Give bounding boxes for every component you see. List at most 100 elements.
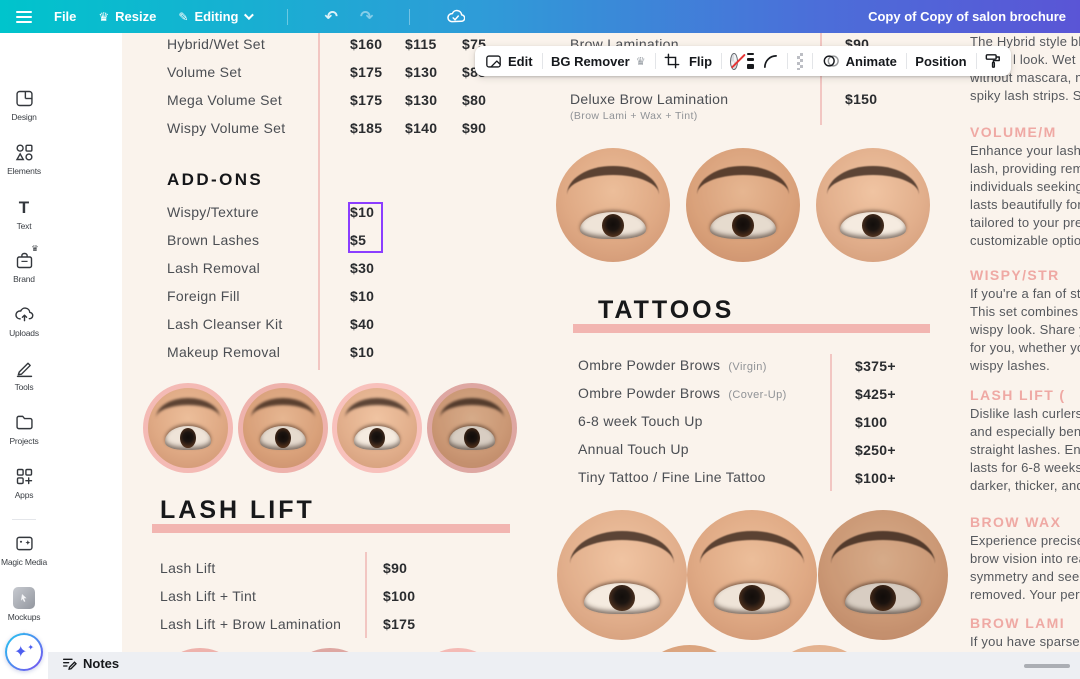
sidebar-label-apps: Apps <box>15 490 34 500</box>
lash-lift-heading[interactable]: LASH LIFT <box>160 495 315 525</box>
list-item: Lash Cleanser Kit $40 <box>167 310 410 338</box>
list-item: 6-8 week Touch Up $100 <box>578 408 935 436</box>
sidebar-item-design[interactable]: Design <box>0 88 48 122</box>
price-value: $425+ <box>855 386 935 402</box>
edit-image-icon <box>485 54 502 69</box>
border-color-icon[interactable] <box>730 53 738 70</box>
resize-menu[interactable]: ♛ Resize <box>98 9 156 24</box>
service-label: Brown Lashes <box>167 232 350 248</box>
price-value: $40 <box>350 316 410 332</box>
sidebar-label-text: Text <box>17 221 32 231</box>
transparency-icon[interactable] <box>797 53 804 70</box>
service-label: Lash Cleanser Kit <box>167 316 350 332</box>
price-value: $80 <box>462 92 512 108</box>
tattoos-price-list[interactable]: Ombre Powder Brows(Virgin) $375+ Ombre P… <box>578 352 935 492</box>
service-label: Deluxe Brow Lamination <box>570 91 728 107</box>
tattoo-brow-photo[interactable] <box>762 645 877 652</box>
price-value: $175 <box>350 64 405 80</box>
magic-media-icon <box>14 533 35 554</box>
editing-mode-menu[interactable]: ✎ Editing <box>178 9 251 24</box>
bg-remover-button[interactable]: BG Remover ♛ <box>551 54 646 69</box>
table-row: Hybrid/Wet Set $160 $115 $75 <box>167 33 512 58</box>
sidebar-item-projects[interactable]: Projects <box>0 412 48 446</box>
corner-radius-icon[interactable] <box>763 54 778 69</box>
sidebar-item-tools[interactable]: Tools <box>0 358 48 392</box>
text-line: lash, providing rema <box>970 160 1080 178</box>
left-sidebar: Design Elements T Text ♛ Brand Uploads T… <box>0 33 48 679</box>
sidebar-item-apps[interactable]: Apps <box>0 466 48 500</box>
tattoo-brow-photo[interactable] <box>687 510 817 640</box>
price-value: $375+ <box>855 358 935 374</box>
text-line: Experience precise <box>970 532 1080 550</box>
apps-grid-icon <box>14 466 35 487</box>
price-value: $185 <box>350 120 405 136</box>
uploads-cloud-icon <box>14 304 35 325</box>
redo-button[interactable]: ↷ <box>360 7 373 26</box>
service-label: Lash Lift <box>160 560 383 576</box>
service-label: Ombre Powder Brows <box>578 385 720 401</box>
lash-lift-price-list[interactable]: Lash Lift $90 Lash Lift + Tint $100 Lash… <box>160 554 453 638</box>
crop-button[interactable] <box>664 53 680 69</box>
horizontal-scrollbar-thumb[interactable] <box>1024 664 1070 668</box>
sidebar-item-brand[interactable]: ♛ Brand <box>0 250 48 284</box>
pencil-icon: ✎ <box>178 11 188 23</box>
price-value: $115 <box>405 36 462 52</box>
sidebar-item-mockups[interactable]: Mockups <box>0 587 48 622</box>
section-heading: LASH LIFT ( <box>970 385 1080 405</box>
sidebar-item-uploads[interactable]: Uploads <box>0 304 48 338</box>
edit-image-button[interactable]: Edit <box>485 54 533 69</box>
document-title[interactable]: Copy of Copy of salon brochure <box>868 9 1080 24</box>
section-heading: BROW WAX <box>970 512 1080 532</box>
lash-photo[interactable] <box>238 383 328 473</box>
price-value: $160 <box>350 36 405 52</box>
position-label: Position <box>915 54 966 69</box>
tattoos-heading[interactable]: TATTOOS <box>598 295 734 325</box>
brow-photo[interactable] <box>816 148 930 262</box>
border-weight-icon[interactable] <box>747 53 754 69</box>
addons-block[interactable]: ADD-ONS Wispy/Texture $10 Brown Lashes $… <box>167 170 410 366</box>
text-line: lasts for 6-8 weeks <box>970 459 1080 477</box>
lash-photo[interactable] <box>332 383 422 473</box>
animate-button[interactable]: Animate <box>822 53 897 69</box>
service-label: Hybrid/Wet Set <box>167 36 350 52</box>
tattoo-brow-photo[interactable] <box>632 645 747 652</box>
position-button[interactable]: Position <box>915 54 966 69</box>
tattoo-brow-photo[interactable] <box>818 510 948 640</box>
design-icon <box>14 88 35 109</box>
sidebar-item-elements[interactable]: Elements <box>0 142 48 176</box>
hamburger-menu-icon[interactable] <box>16 11 32 23</box>
service-label: Ombre Powder Brows <box>578 357 720 373</box>
copy-style-button[interactable] <box>985 53 1001 69</box>
list-item: Lash Lift + Tint $100 <box>160 582 453 610</box>
price-value: $90 <box>462 120 512 136</box>
brow-photo[interactable] <box>686 148 800 262</box>
tattoo-brow-photo[interactable] <box>557 510 687 640</box>
text-line: Dislike lash curlers <box>970 405 1080 423</box>
elements-icon <box>14 142 35 163</box>
lash-photo[interactable] <box>143 383 233 473</box>
brow-photo[interactable] <box>556 148 670 262</box>
paint-roller-icon <box>985 53 1001 69</box>
sidebar-item-text[interactable]: T Text <box>0 198 48 231</box>
lash-photo[interactable] <box>427 383 517 473</box>
price-value: $250+ <box>855 442 935 458</box>
canva-editor-window: File ♛ Resize ✎ Editing ↶ ↷ Copy of <box>0 0 1080 679</box>
service-label: Tiny Tattoo / Fine Line Tattoo <box>578 469 766 485</box>
tools-pencil-icon <box>14 358 35 379</box>
magic-assistant-button[interactable]: ✦✦ <box>5 633 43 671</box>
flip-button[interactable]: Flip <box>689 54 712 69</box>
sidebar-divider <box>12 519 36 520</box>
cloud-sync-icon <box>446 9 465 24</box>
file-menu[interactable]: File <box>54 9 76 24</box>
notes-button[interactable]: Notes <box>62 656 119 671</box>
service-label: Lash Lift + Tint <box>160 588 383 604</box>
undo-button[interactable]: ↶ <box>324 7 337 26</box>
text-line: This set combines s <box>970 303 1080 321</box>
lash-sets-price-table[interactable]: Hybrid/Wet Set $160 $115 $75 Volume Set … <box>167 33 512 142</box>
service-label: Foreign Fill <box>167 288 350 304</box>
price-value: $130 <box>405 64 462 80</box>
description-text-column[interactable]: The Hybrid style ble l look. Wet l witho… <box>970 33 1080 651</box>
animate-label: Animate <box>846 54 897 69</box>
sidebar-item-magic-media[interactable]: Magic Media <box>0 533 48 567</box>
selection-bounding-box[interactable] <box>348 202 383 253</box>
